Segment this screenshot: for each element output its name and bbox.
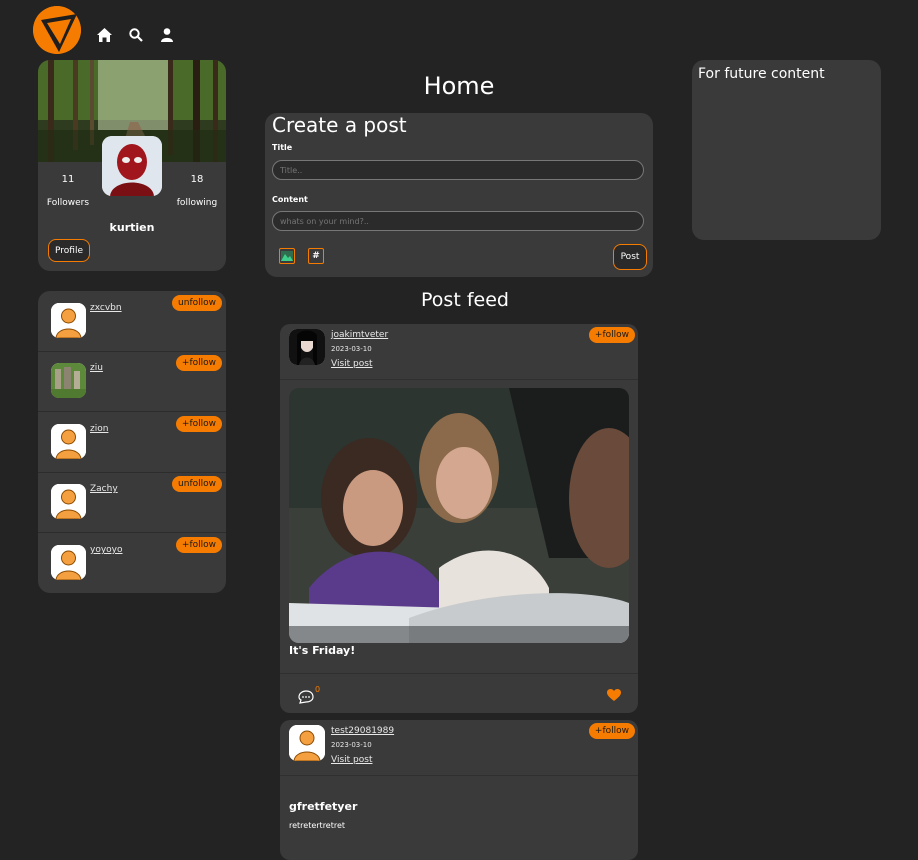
post-title: It's Friday! — [289, 644, 356, 657]
post-username[interactable]: joakimtveter — [331, 330, 388, 340]
comment-icon[interactable] — [297, 689, 315, 704]
profile-card: 11 Followers 18 following kurtien Profil… — [38, 60, 226, 271]
image-upload-icon[interactable] — [279, 248, 295, 264]
divider — [280, 673, 638, 674]
logo-icon[interactable] — [33, 6, 81, 54]
post-card: joakimtveter 2023-03-10 Visit post +foll… — [280, 324, 638, 713]
avatar[interactable] — [51, 363, 86, 398]
divider — [280, 379, 638, 380]
post-button[interactable]: Post — [613, 244, 647, 270]
follow-button[interactable]: +follow — [588, 723, 635, 739]
visit-post-link[interactable]: Visit post — [331, 755, 372, 765]
avatar[interactable] — [51, 303, 86, 338]
user-link[interactable]: zxcvbn — [90, 303, 122, 313]
post-date: 2023-03-10 — [331, 345, 372, 353]
content-label: Content — [272, 195, 308, 204]
avatar[interactable] — [51, 424, 86, 459]
title-input[interactable] — [272, 160, 644, 180]
unfollow-button[interactable]: unfollow — [172, 295, 222, 311]
title-label: Title — [272, 143, 293, 152]
user-link[interactable]: zion — [90, 424, 108, 434]
post-username[interactable]: test29081989 — [331, 726, 394, 736]
avatar[interactable] — [289, 725, 325, 761]
post-date: 2023-03-10 — [331, 741, 372, 749]
page-title: Home — [423, 72, 495, 100]
post-body: retretertretret — [289, 821, 346, 830]
follow-button[interactable]: +follow — [588, 327, 635, 343]
post-image[interactable] — [289, 388, 629, 643]
heart-icon[interactable] — [607, 687, 621, 701]
create-post-card: Create a post Title Content # Post — [265, 113, 653, 277]
list-item: zxcvbn unfollow — [38, 291, 226, 352]
unfollow-button[interactable]: unfollow — [172, 476, 222, 492]
future-content-title: For future content — [698, 66, 825, 82]
list-item: Zachy unfollow — [38, 472, 226, 533]
future-content-card: For future content — [692, 60, 881, 240]
follow-button[interactable]: +follow — [175, 355, 222, 371]
hashtag-icon[interactable]: # — [308, 248, 324, 264]
home-icon[interactable] — [95, 26, 113, 44]
avatar[interactable] — [51, 484, 86, 519]
list-item: ziu +follow — [38, 351, 226, 412]
profile-button[interactable]: Profile — [48, 239, 90, 262]
post-card: test29081989 2023-03-10 Visit post +foll… — [280, 720, 638, 860]
avatar[interactable] — [51, 545, 86, 580]
user-link[interactable]: yoyoyo — [90, 545, 123, 555]
profile-avatar[interactable] — [102, 136, 162, 196]
visit-post-link[interactable]: Visit post — [331, 359, 372, 369]
user-link[interactable]: ziu — [90, 363, 103, 373]
follow-button[interactable]: +follow — [175, 416, 222, 432]
content-input[interactable] — [272, 211, 644, 231]
avatar[interactable] — [289, 329, 325, 365]
create-post-heading: Create a post — [272, 113, 407, 137]
post-title: gfretfetyer — [289, 800, 358, 813]
post-feed-heading: Post feed — [421, 289, 509, 311]
following-count: 18 — [190, 174, 204, 185]
profile-username: kurtien — [109, 221, 155, 234]
list-item: yoyoyo +follow — [38, 533, 226, 593]
list-item: zion +follow — [38, 412, 226, 473]
follow-button[interactable]: +follow — [175, 537, 222, 553]
following-label: following — [176, 198, 218, 208]
user-icon[interactable] — [158, 26, 176, 44]
search-icon[interactable] — [127, 26, 145, 44]
divider — [280, 775, 638, 776]
follow-list: zxcvbn unfollow ziu +follow zion +follow… — [38, 291, 226, 593]
user-link[interactable]: Zachy — [90, 484, 118, 494]
followers-count: 11 — [61, 174, 75, 185]
followers-label: Followers — [46, 198, 90, 208]
comment-count: 0 — [315, 685, 321, 694]
